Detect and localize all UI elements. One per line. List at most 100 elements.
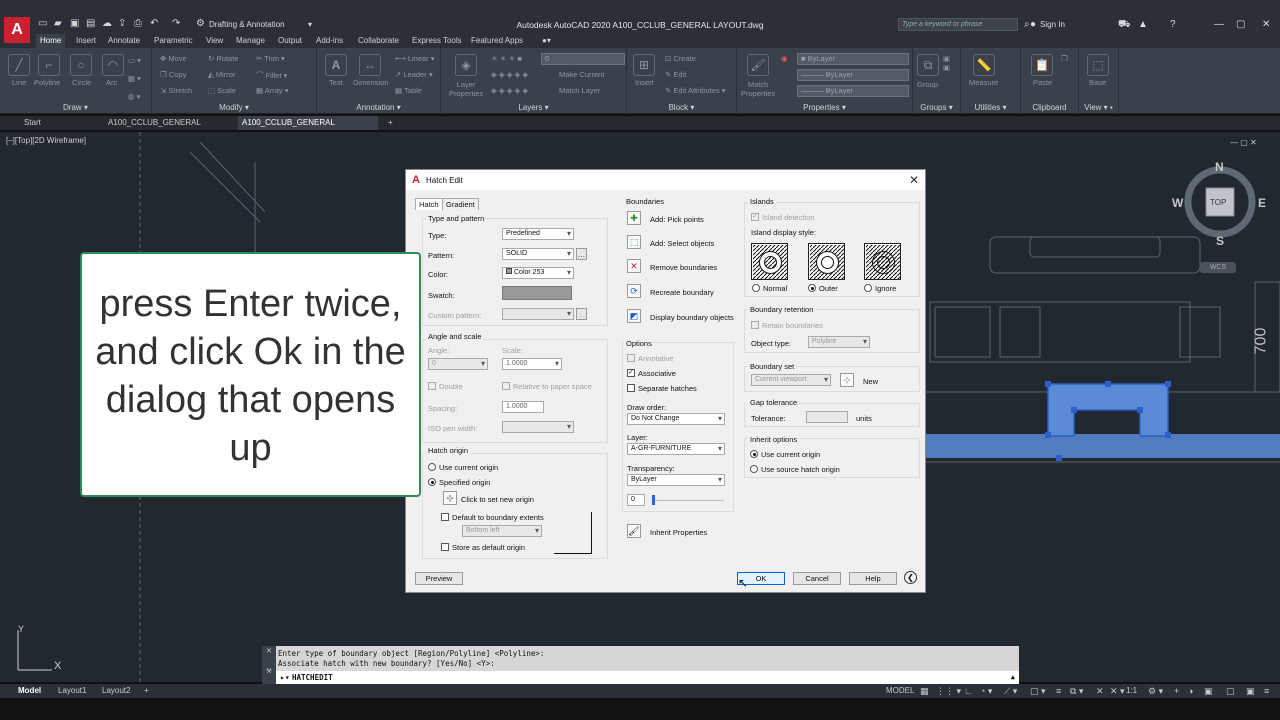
inherit-current-origin-radio[interactable] <box>750 450 758 458</box>
inherit-source-origin-radio[interactable] <box>750 465 758 473</box>
display-boundary-objects-button[interactable]: Display boundary objects <box>650 313 734 322</box>
cancel-button[interactable]: Cancel <box>793 572 841 585</box>
tab-output[interactable]: Output <box>278 36 302 45</box>
snap-icon[interactable]: ⋮⋮ ▾ <box>936 686 961 697</box>
compass-n[interactable]: N <box>1215 160 1224 174</box>
type-dropdown[interactable]: Predefined <box>502 228 574 240</box>
panel-title-utilities[interactable]: Utilities ▾ <box>961 103 1020 112</box>
isolate-icon[interactable]: ◑ <box>1188 686 1193 696</box>
command-prompt-icon[interactable]: ▸▾ <box>280 673 290 682</box>
tool-mirror[interactable]: ◭ Mirror <box>208 70 235 79</box>
plus-icon[interactable]: + <box>1174 686 1179 696</box>
island-outer-icon[interactable] <box>808 243 845 280</box>
island-normal-radio[interactable] <box>752 284 760 292</box>
new-boundary-set-icon[interactable]: ⊹ <box>840 373 854 387</box>
panel-title-draw[interactable]: Draw ▾ <box>0 103 151 112</box>
display-boundary-objects-icon[interactable]: ◩ <box>627 309 641 323</box>
set-origin-icon[interactable]: ⊹ <box>443 491 457 505</box>
doc-tab-layout[interactable]: A100_CCLUB_GENERAL LAYOUT*✕ <box>238 116 378 141</box>
viewport-controls[interactable]: [–][Top][2D Wireframe] <box>6 136 86 145</box>
layout-tab-model[interactable]: Model <box>18 686 41 695</box>
island-outer-radio[interactable] <box>808 284 816 292</box>
workspace-switch-icon[interactable]: ⚙ ▾ <box>1148 686 1163 697</box>
tool-match-layer[interactable]: Match Layer <box>559 86 600 95</box>
application-menu-button[interactable]: A <box>4 17 30 43</box>
minimize-icon[interactable]: — <box>1214 19 1224 30</box>
associative-checkbox[interactable]: ✓ <box>627 369 635 377</box>
panel-title-groups[interactable]: Groups ▾ <box>913 103 960 112</box>
store-default-origin-checkbox[interactable] <box>441 543 449 551</box>
tool-circle[interactable]: Circle <box>72 78 91 87</box>
layer-dropdown[interactable]: 0 <box>541 53 625 65</box>
base-view-icon[interactable]: ⬚ <box>1087 54 1109 76</box>
color-dropdown[interactable]: ■ ByLayer <box>797 53 909 65</box>
tab-insert[interactable]: Insert <box>76 36 96 45</box>
island-normal-icon[interactable] <box>751 243 788 280</box>
pick-points-icon[interactable]: ✚ <box>627 211 641 225</box>
more-options-icon[interactable]: ❮ <box>904 571 917 584</box>
island-ignore-icon[interactable] <box>864 243 901 280</box>
layer-tools-icons-2[interactable]: ◈ ◈ ◈ ◈ ◈ <box>491 86 528 95</box>
transparency-value-input[interactable]: 0 <box>627 494 645 506</box>
tab-express-tools[interactable]: Express Tools <box>412 36 462 45</box>
lineweight-icon[interactable]: ≡ <box>1056 686 1061 696</box>
redo-icon[interactable]: ↷ <box>172 19 182 29</box>
recreate-boundary-icon[interactable]: ⟳ <box>627 284 641 298</box>
panel-title-annotation[interactable]: Annotation ▾ <box>317 103 440 112</box>
tool-fillet[interactable]: ⌒ Fillet ▾ <box>256 70 287 81</box>
sign-in-button[interactable]: Sign In <box>1040 20 1065 29</box>
selection-cycling-icon[interactable]: ⧉ ▾ <box>1070 686 1083 697</box>
lineweight-dropdown[interactable]: ——— ByLayer <box>797 85 909 97</box>
tool-move[interactable]: ✥ Move <box>160 54 187 63</box>
osnap-icon[interactable]: ▢ ▾ <box>1030 686 1046 697</box>
tab-view[interactable]: View <box>206 36 223 45</box>
hardware-acceleration-icon[interactable]: ▣ <box>1204 686 1213 697</box>
add-pick-points-button[interactable]: Add: Pick points <box>650 215 704 224</box>
preview-button[interactable]: Preview <box>415 572 463 585</box>
tab-annotate[interactable]: Annotate <box>108 36 140 45</box>
model-space-toggle[interactable]: MODEL <box>886 686 914 695</box>
new-tab-button[interactable]: + <box>384 116 393 130</box>
annotation-visibility-icon[interactable]: ✕ <box>1096 686 1104 697</box>
wcs-menu[interactable]: WCS <box>1200 262 1236 273</box>
close-icon[interactable]: ✕ <box>266 646 271 656</box>
polar-icon[interactable]: ◔ ▾ <box>980 686 992 697</box>
tool-measure[interactable]: Measure <box>969 78 998 87</box>
cart-icon[interactable]: ⛟ <box>1118 19 1131 32</box>
close-icon[interactable]: ✕ <box>1262 19 1270 30</box>
remove-boundaries-button[interactable]: Remove boundaries <box>650 263 717 272</box>
panel-title-properties[interactable]: Properties ▾ <box>737 103 912 112</box>
doc-tab-import[interactable]: A100_CCLUB_GENERAL Import✕ <box>104 116 232 141</box>
viewcube[interactable]: TOP N S E W <box>1172 160 1266 248</box>
line-icon[interactable]: ╱ <box>8 54 30 76</box>
tab-collaborate[interactable]: Collaborate <box>358 36 399 45</box>
close-icon[interactable]: ✕ <box>909 173 919 187</box>
spacing-input[interactable]: 1.0000 <box>502 401 544 413</box>
undo-icon[interactable]: ↶ <box>150 19 160 29</box>
insert-block-icon[interactable]: ⊞ <box>633 54 655 76</box>
workspace-selector[interactable]: Drafting & Annotation ▾ <box>198 19 318 31</box>
tab-hatch[interactable]: Hatch <box>415 198 443 210</box>
draw-extra-icons[interactable]: ▭ ▾ ▦ ▾ ◍ ▾ <box>128 56 141 101</box>
tab-manage[interactable]: Manage <box>236 36 265 45</box>
layout-tab-layout2[interactable]: Layout2 <box>102 686 130 695</box>
measure-icon[interactable]: 📏 <box>973 54 995 76</box>
layer-state-icons[interactable]: ☀ ☀ ☀ ■ <box>491 54 522 63</box>
circle-icon[interactable]: ○ <box>70 54 92 76</box>
customization-icon[interactable]: ▣ <box>1246 686 1255 697</box>
tool-match-properties[interactable]: Match Properties <box>741 80 775 98</box>
default-boundary-extents-checkbox[interactable] <box>441 513 449 521</box>
inherit-properties-button[interactable]: Inherit Properties <box>650 528 707 537</box>
layer-dropdown[interactable]: A-GR-FURNITURE <box>627 443 725 455</box>
tool-layer-properties[interactable]: Layer Properties <box>449 80 483 98</box>
compass-s[interactable]: S <box>1216 234 1224 248</box>
tool-paste[interactable]: Paste <box>1033 78 1052 87</box>
recreate-boundary-button[interactable]: Recreate boundary <box>650 288 714 297</box>
compass-w[interactable]: W <box>1172 196 1183 210</box>
command-history-toggle-icon[interactable]: ▲ <box>1011 673 1015 681</box>
add-select-objects-button[interactable]: Add: Select objects <box>650 239 714 248</box>
doc-tab-start[interactable]: Start <box>20 116 100 130</box>
panel-title-block[interactable]: Block ▾ <box>627 103 736 112</box>
layer-tools-icons[interactable]: ◈ ◈ ◈ ◈ ◈ <box>491 70 528 79</box>
linetype-dropdown[interactable]: ——— ByLayer <box>797 69 909 81</box>
